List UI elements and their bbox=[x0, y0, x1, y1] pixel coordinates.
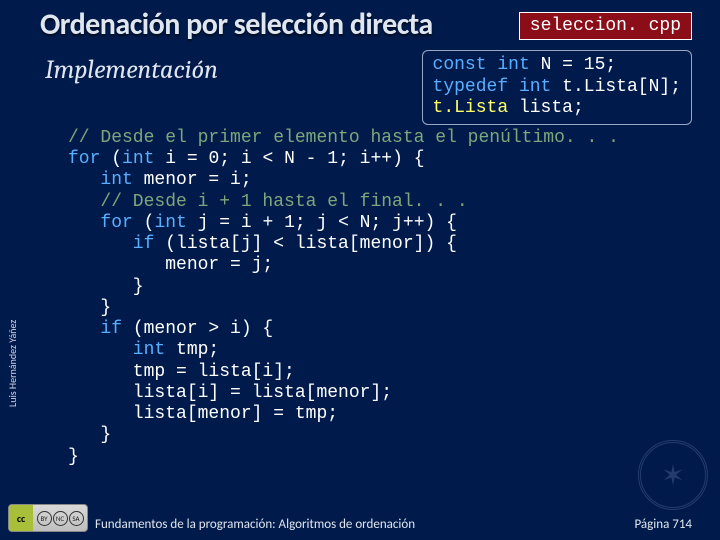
code-l8: } bbox=[68, 277, 144, 297]
kw-int-l5: int bbox=[154, 213, 197, 233]
code-l5b: j = i + 1; j < N; j++) { bbox=[198, 213, 457, 233]
code-block: // Desde el primer elemento hasta el pen… bbox=[68, 128, 690, 468]
kw-int-l3: int bbox=[68, 170, 144, 190]
decl-n: N = 15; bbox=[541, 55, 617, 75]
code-l2a: ( bbox=[111, 149, 122, 169]
cc-by-icon: BY bbox=[37, 511, 52, 526]
code-l5a: ( bbox=[144, 213, 155, 233]
crest-watermark: ✶ bbox=[638, 440, 708, 510]
decl-typename: t.Lista bbox=[433, 98, 519, 118]
kw-if-1: if bbox=[68, 234, 165, 254]
code-l6a: (lista[j] < lista[menor]) { bbox=[165, 234, 457, 254]
code-l11a: tmp; bbox=[176, 340, 219, 360]
kw-int-l11: int bbox=[68, 340, 176, 360]
kw-int: int bbox=[497, 55, 540, 75]
cc-badge: cc BY NC SA bbox=[8, 504, 88, 532]
kw-for-1: for bbox=[68, 149, 111, 169]
kw-for-2: for bbox=[68, 213, 144, 233]
slide-title: Ordenación por selección directa bbox=[40, 6, 433, 43]
kw-typedef: typedef bbox=[433, 77, 519, 97]
code-l3a: menor = i; bbox=[144, 170, 252, 190]
file-pill: seleccion. cpp bbox=[519, 12, 692, 40]
decl-var: lista; bbox=[519, 98, 584, 118]
code-l9: } bbox=[68, 298, 111, 318]
code-l14: lista[menor] = tmp; bbox=[68, 404, 338, 424]
declarations-box: const int N = 15; typedef int t.Lista[N]… bbox=[422, 50, 692, 125]
kw-if-2: if bbox=[68, 319, 133, 339]
cc-terms: BY NC SA bbox=[33, 511, 87, 526]
code-l15: } bbox=[68, 425, 111, 445]
kw-int-2: int bbox=[519, 77, 562, 97]
code-comment-2: // Desde i + 1 hasta el final. . . bbox=[68, 192, 468, 212]
code-l13: lista[i] = lista[menor]; bbox=[68, 383, 392, 403]
cc-icon: cc bbox=[9, 505, 33, 531]
footer-page: Página 714 bbox=[634, 517, 692, 532]
code-l7: menor = j; bbox=[68, 255, 273, 275]
code-comment-1: // Desde el primer elemento hasta el pen… bbox=[68, 128, 619, 148]
slide: Ordenación por selección directa selecci… bbox=[0, 0, 720, 540]
slide-subtitle: Implementación bbox=[45, 55, 218, 85]
kw-int-l2: int bbox=[122, 149, 165, 169]
footer-text: Fundamentos de la programación: Algoritm… bbox=[95, 517, 415, 532]
cc-nc-icon: NC bbox=[53, 511, 68, 526]
decl-type: t.Lista[N]; bbox=[562, 77, 681, 97]
author-label: Luis Hernández Yáñez bbox=[6, 320, 19, 407]
code-l10a: (menor > i) { bbox=[133, 319, 273, 339]
code-l12: tmp = lista[i]; bbox=[68, 362, 295, 382]
code-l2b: i = 0; i < N - 1; i++) { bbox=[165, 149, 424, 169]
cc-sa-icon: SA bbox=[69, 511, 84, 526]
code-l16: } bbox=[68, 447, 79, 467]
kw-const: const bbox=[433, 55, 498, 75]
